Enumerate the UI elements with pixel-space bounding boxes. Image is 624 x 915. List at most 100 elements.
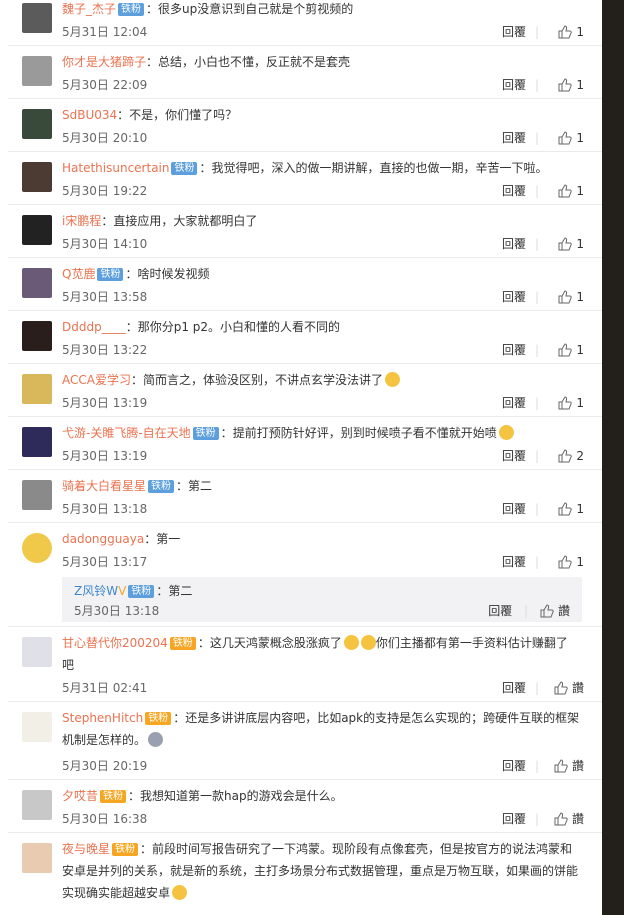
avatar[interactable] [22, 843, 52, 873]
comment-meta: 5月31日 12:04 回覆 | 1 [62, 21, 584, 43]
username[interactable]: 弋游-关睢飞腾-自在天地 [62, 426, 191, 440]
avatar[interactable] [22, 374, 52, 404]
username[interactable]: i宋鹏程 [62, 214, 101, 228]
divider: | [534, 759, 539, 773]
comment-text: 简而言之，体验没区别，不讲点玄学没法讲了 [142, 373, 383, 387]
comment-item: i宋鹏程：直接应用，大家就都明白了 5月30日 14:10 回覆 | 1 [8, 205, 602, 258]
comment-body: 甘心替代你200204 铁粉 ：这几天鸿蒙概念股涨疯了 你们主播都有第一手资料估计赚翻… [62, 632, 588, 676]
avatar[interactable] [22, 637, 52, 667]
like-button[interactable]: 讚 [554, 808, 584, 830]
comment-meta: 5月31日 02:41 回覆 | 讚 [62, 677, 584, 699]
comment-text: 这几天鸿蒙概念股涨疯了 [209, 636, 342, 650]
like-button[interactable]: 1 [558, 74, 584, 96]
thumbs-up-icon [554, 759, 568, 773]
like-button[interactable]: 2 [558, 445, 584, 467]
username[interactable]: dadongguaya [62, 532, 144, 546]
avatar[interactable] [22, 321, 52, 351]
divider: | [534, 290, 539, 304]
comment-item: 弋游-关睢飞腾-自在天地 铁粉 ：提前打预防针好评，别到时候喷子看不懂就开始喷 5月… [8, 417, 602, 470]
reply-button[interactable]: 回覆 [502, 755, 526, 777]
username[interactable]: 魏子_杰子 [62, 2, 116, 16]
avatar[interactable] [22, 712, 52, 742]
avatar[interactable] [22, 215, 52, 245]
username[interactable]: 你才是大猪蹄子 [62, 55, 146, 69]
reply-button[interactable]: 回覆 [502, 445, 526, 467]
reply-button[interactable]: 回覆 [502, 74, 526, 96]
reply-button[interactable]: 回覆 [502, 498, 526, 520]
emoji-icon [343, 635, 359, 650]
username[interactable]: 夜与晚星 [62, 842, 110, 856]
avatar[interactable] [22, 533, 52, 563]
comment-body: dadongguaya：第一 [62, 532, 181, 546]
like-button[interactable]: 1 [558, 286, 584, 308]
like-button[interactable]: 1 [558, 21, 584, 43]
comment-text: 实现确实能超越安卓 [62, 886, 171, 900]
reply-button[interactable]: 回覆 [502, 339, 526, 361]
comment-body: SdBU034：不是，你们懂了吗？ [62, 108, 238, 122]
reply-button[interactable]: 回覆 [502, 677, 526, 699]
avatar[interactable] [22, 109, 52, 139]
username[interactable]: 甘心替代你200204 [62, 636, 168, 650]
avatar[interactable] [22, 480, 52, 510]
comment-text: 那你分p1 p2。小白和懂的人看不同的 [137, 320, 341, 334]
username[interactable]: SdBU034 [62, 108, 117, 122]
like-button[interactable]: 讚 [540, 604, 570, 618]
timestamp: 5月30日 13:18 [74, 604, 160, 618]
like-label: 讚 [571, 759, 584, 773]
comment-text: 直接应用，大家就都明白了 [113, 214, 258, 228]
like-button[interactable]: 1 [558, 498, 584, 520]
emoji-icon [172, 885, 188, 900]
divider: | [534, 812, 539, 826]
avatar[interactable] [22, 162, 52, 192]
username[interactable]: 骑着大白看星星 [62, 479, 146, 493]
avatar[interactable] [22, 56, 52, 86]
reply-button[interactable]: 回覆 [502, 808, 526, 830]
comment-body: Hatethisuncertain 铁粉 ：我觉得吧，深入的做一期讲解，直接的也做一… [62, 161, 548, 175]
avatar[interactable] [22, 427, 52, 457]
divider: | [534, 555, 539, 569]
timestamp: 5月31日 12:04 [62, 25, 148, 39]
username[interactable]: ACCA爱学习 [62, 373, 131, 387]
reply-button[interactable]: 回覆 [502, 233, 526, 255]
avatar[interactable] [22, 3, 52, 33]
username[interactable]: Hatethisuncertain [62, 161, 169, 175]
like-button[interactable]: 讚 [554, 677, 584, 699]
like-button[interactable]: 1 [558, 180, 584, 202]
comment-text: 我想知道第一款hap的游戏会是什么。 [140, 789, 343, 803]
username[interactable]: Z风铃W [74, 584, 118, 598]
timestamp: 5月30日 20:10 [62, 131, 148, 145]
username[interactable]: 夕哎昔 [62, 789, 98, 803]
reply-button[interactable]: 回覆 [488, 604, 512, 618]
comment-text: 安卓是并列的关系，就是新的系统，主打多场景分布式数据管理，重点是万物互联，如果画… [62, 864, 579, 878]
reply-button[interactable]: 回覆 [502, 127, 526, 149]
username[interactable]: Q苋鹿 [62, 267, 95, 281]
username[interactable]: Ddddp____ [62, 320, 126, 334]
reply-button[interactable]: 回覆 [502, 551, 526, 573]
like-button[interactable]: 1 [558, 392, 584, 414]
like-button[interactable]: 1 [558, 127, 584, 149]
left-frame [0, 0, 8, 915]
timestamp: 5月30日 19:22 [62, 184, 148, 198]
like-count: 1 [576, 343, 584, 357]
comment-text: 你们主播都有第一手资料估计赚翻了 [375, 636, 568, 650]
reply-button[interactable]: 回覆 [502, 180, 526, 202]
like-button[interactable]: 1 [558, 233, 584, 255]
divider: | [534, 396, 539, 410]
divider: | [534, 78, 539, 92]
comment-meta: 5月30日 13:18 回覆 | 1 [62, 498, 584, 520]
like-button[interactable]: 讚 [554, 755, 584, 777]
like-label: 讚 [571, 812, 584, 826]
reply-button[interactable]: 回覆 [502, 286, 526, 308]
like-button[interactable]: 1 [558, 551, 584, 573]
like-button[interactable]: 1 [558, 339, 584, 361]
divider: | [524, 604, 529, 618]
reply-button[interactable]: 回覆 [502, 392, 526, 414]
thumbs-up-icon [558, 343, 573, 357]
avatar[interactable] [22, 790, 52, 820]
username[interactable]: StephenHitch [62, 711, 143, 725]
comment-item: 你才是大猪蹄子：总结，小白也不懂，反正就不是套壳 5月30日 22:09 回覆 … [8, 46, 602, 99]
comment-meta: 5月30日 13:17 回覆 | 1 [62, 551, 584, 573]
reply-button[interactable]: 回覆 [502, 21, 526, 43]
avatar[interactable] [22, 268, 52, 298]
divider: | [534, 681, 539, 695]
